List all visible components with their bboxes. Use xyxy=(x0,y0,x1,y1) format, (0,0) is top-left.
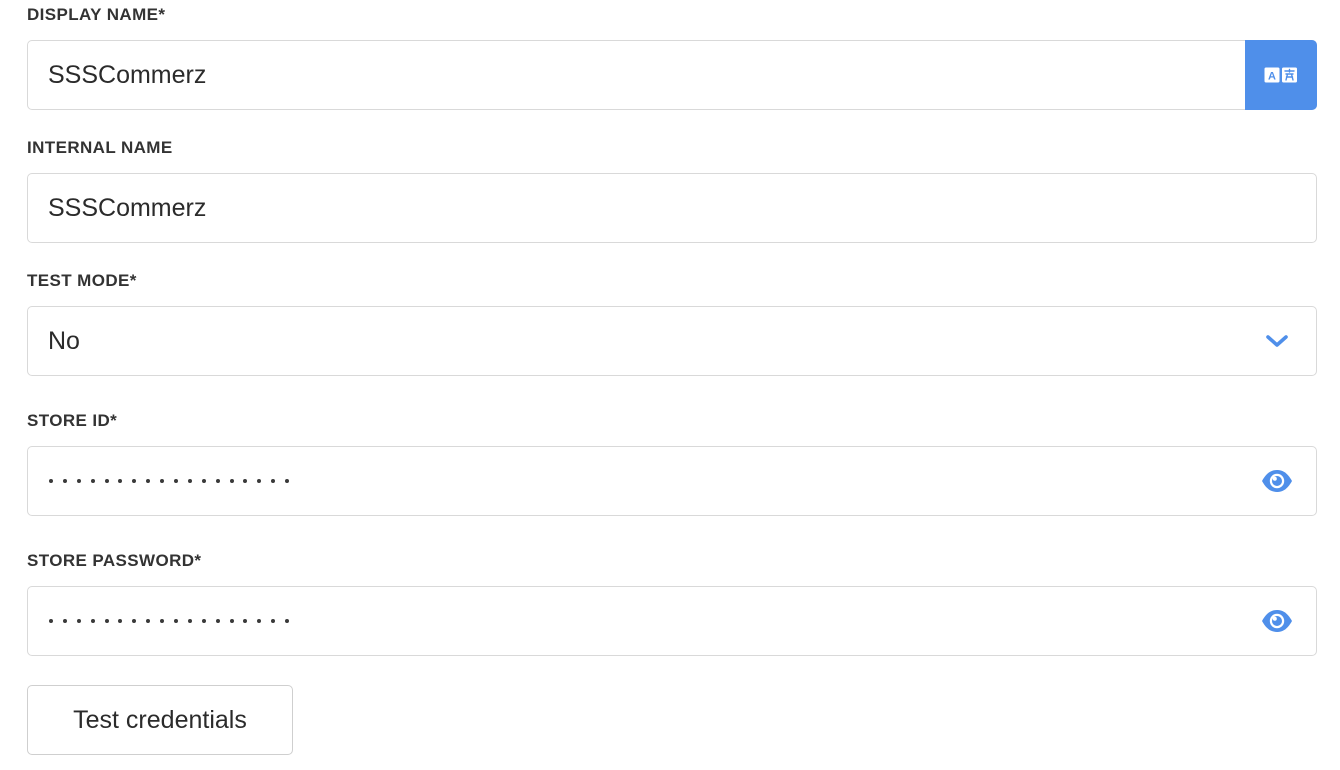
mask-dot xyxy=(160,619,165,623)
store-id-masked-value[interactable] xyxy=(49,447,299,515)
mask-dot xyxy=(62,619,67,623)
mask-dot xyxy=(160,479,165,483)
eye-icon[interactable] xyxy=(1260,607,1294,635)
mask-dot xyxy=(76,619,81,623)
mask-dot xyxy=(90,619,95,623)
mask-dot xyxy=(104,479,109,483)
mask-dot xyxy=(132,619,137,623)
mask-dot xyxy=(187,619,192,623)
store-password-field[interactable] xyxy=(27,586,1317,656)
mask-dot xyxy=(229,619,234,623)
mask-dot xyxy=(243,479,248,483)
test-mode-label: TEST MODE* xyxy=(27,271,137,290)
internal-name-field[interactable]: SSSCommerz xyxy=(27,173,1317,243)
mask-dot xyxy=(118,479,123,483)
mask-dot xyxy=(174,619,179,623)
translate-button[interactable]: A xyxy=(1245,40,1317,110)
store-id-field[interactable] xyxy=(27,446,1317,516)
mask-dot xyxy=(257,479,262,483)
store-password-label: STORE PASSWORD* xyxy=(27,551,202,570)
mask-dot xyxy=(243,619,248,623)
mask-dot xyxy=(146,619,151,623)
mask-dot xyxy=(118,619,123,623)
internal-name-label: INTERNAL NAME xyxy=(27,138,173,157)
mask-dot xyxy=(201,479,206,483)
mask-dot xyxy=(132,479,137,483)
mask-dot xyxy=(271,479,276,483)
mask-dot xyxy=(104,619,109,623)
svg-text:A: A xyxy=(1268,71,1276,83)
mask-dot xyxy=(257,619,262,623)
store-password-masked-value[interactable] xyxy=(49,587,299,655)
internal-name-value[interactable]: SSSCommerz xyxy=(48,174,206,242)
mask-dot xyxy=(146,479,151,483)
mask-dot xyxy=(90,479,95,483)
mask-dot xyxy=(229,479,234,483)
mask-dot xyxy=(201,619,206,623)
chevron-down-icon[interactable] xyxy=(1264,331,1290,351)
mask-dot xyxy=(215,619,220,623)
mask-dot xyxy=(187,479,192,483)
mask-dot xyxy=(285,619,290,623)
mask-dot xyxy=(215,479,220,483)
mask-dot xyxy=(174,479,179,483)
display-name-label: DISPLAY NAME* xyxy=(27,5,166,24)
display-name-value[interactable]: SSSCommerz xyxy=(48,41,206,109)
mask-dot xyxy=(76,479,81,483)
mask-dot xyxy=(271,619,276,623)
mask-dot xyxy=(49,479,53,483)
display-name-field[interactable]: SSSCommerz A xyxy=(27,40,1317,110)
mask-dot xyxy=(285,479,290,483)
test-mode-select[interactable]: No xyxy=(27,306,1317,376)
eye-icon[interactable] xyxy=(1260,467,1294,495)
store-id-label: STORE ID* xyxy=(27,411,118,430)
mask-dot xyxy=(49,619,53,623)
mask-dot xyxy=(62,479,67,483)
test-mode-selected-value[interactable]: No xyxy=(48,307,80,375)
test-credentials-button[interactable]: Test credentials xyxy=(27,685,293,755)
translate-icon: A xyxy=(1264,67,1297,83)
